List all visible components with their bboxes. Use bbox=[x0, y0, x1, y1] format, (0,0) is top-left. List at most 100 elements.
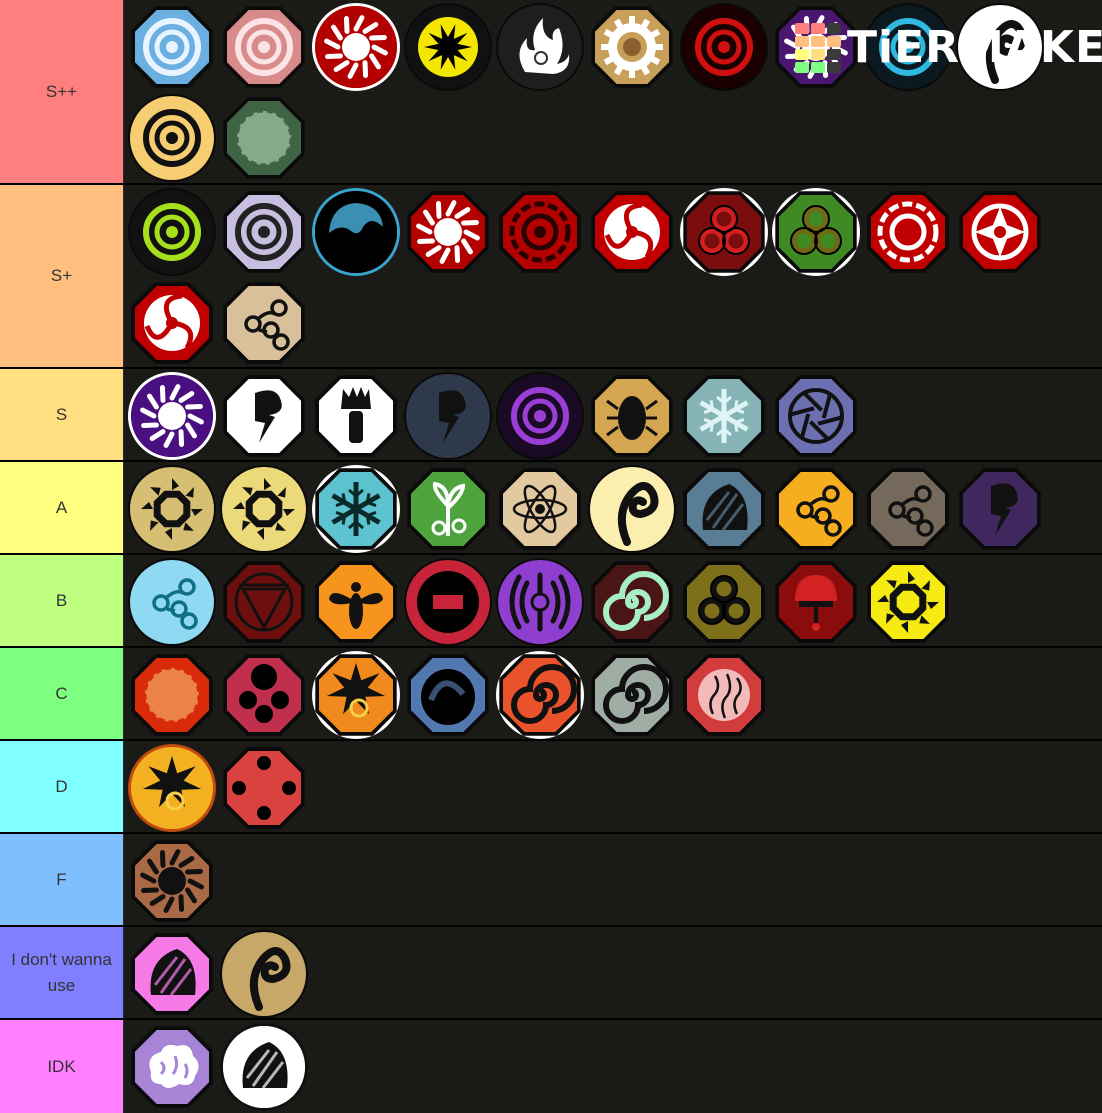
tier-items-dropzone[interactable] bbox=[124, 462, 1102, 553]
tier-items-dropzone[interactable] bbox=[124, 834, 1102, 925]
tier-item[interactable] bbox=[126, 186, 218, 277]
tier-item[interactable] bbox=[126, 92, 218, 183]
tier-items-dropzone[interactable] bbox=[124, 185, 1102, 367]
tier-item[interactable] bbox=[126, 742, 218, 833]
tier-item[interactable] bbox=[862, 463, 954, 554]
tier-item[interactable] bbox=[586, 370, 678, 461]
tier-label[interactable]: I don't wanna use bbox=[0, 927, 124, 1018]
orange-swirl-icon bbox=[496, 650, 584, 739]
tier-item[interactable] bbox=[954, 463, 1046, 554]
tier-item[interactable] bbox=[310, 370, 402, 461]
tier-item[interactable] bbox=[218, 556, 310, 647]
tier-item[interactable] bbox=[126, 928, 218, 1019]
tier-item[interactable] bbox=[494, 649, 586, 740]
explosion-orb-icon bbox=[128, 743, 216, 832]
tier-item[interactable] bbox=[770, 186, 862, 277]
tier-item[interactable] bbox=[494, 370, 586, 461]
tier-row: C bbox=[0, 648, 1102, 739]
tier-items-dropzone[interactable] bbox=[124, 1020, 1102, 1113]
tier-item[interactable] bbox=[586, 556, 678, 647]
tier-item[interactable] bbox=[770, 556, 862, 647]
tier-item[interactable] bbox=[310, 556, 402, 647]
tier-item[interactable] bbox=[862, 556, 954, 647]
sand-hex-icon bbox=[128, 464, 216, 553]
tier-items-dropzone[interactable] bbox=[124, 0, 1102, 183]
tier-item[interactable] bbox=[586, 649, 678, 740]
tier-label[interactable]: A bbox=[0, 462, 124, 553]
sprout-icon bbox=[407, 467, 489, 550]
tier-item[interactable] bbox=[402, 649, 494, 740]
tier-label[interactable]: B bbox=[0, 555, 124, 646]
tier-item[interactable] bbox=[218, 277, 310, 368]
tier-item[interactable] bbox=[678, 370, 770, 461]
tier-item[interactable] bbox=[218, 1, 310, 92]
tier-items-dropzone[interactable] bbox=[124, 741, 1102, 832]
tier-item[interactable] bbox=[862, 1, 954, 92]
four-dots-icon bbox=[223, 746, 305, 829]
tier-item[interactable] bbox=[770, 370, 862, 461]
tier-item[interactable] bbox=[586, 1, 678, 92]
tier-label[interactable]: IDK bbox=[0, 1020, 124, 1113]
tier-item[interactable] bbox=[678, 1, 770, 92]
tier-item[interactable] bbox=[770, 1, 862, 92]
tier-item[interactable] bbox=[402, 556, 494, 647]
tier-label[interactable]: D bbox=[0, 741, 124, 832]
tier-item[interactable] bbox=[126, 370, 218, 461]
tier-item[interactable] bbox=[310, 186, 402, 277]
tier-item[interactable] bbox=[678, 556, 770, 647]
gear-gold-icon bbox=[591, 5, 673, 88]
tier-item[interactable] bbox=[218, 928, 310, 1019]
tier-item[interactable] bbox=[218, 463, 310, 554]
tier-label[interactable]: C bbox=[0, 648, 124, 739]
tier-item[interactable] bbox=[402, 370, 494, 461]
tier-item[interactable] bbox=[494, 463, 586, 554]
tier-item[interactable] bbox=[586, 186, 678, 277]
tier-item[interactable] bbox=[678, 186, 770, 277]
tier-label[interactable]: S+ bbox=[0, 185, 124, 367]
tier-item[interactable] bbox=[126, 1021, 218, 1112]
dark-red-triskele-icon bbox=[680, 187, 768, 276]
gold-spiral-icon bbox=[128, 93, 216, 182]
tier-item[interactable] bbox=[402, 463, 494, 554]
tier-item[interactable] bbox=[862, 186, 954, 277]
tier-item[interactable] bbox=[402, 186, 494, 277]
tier-items-dropzone[interactable] bbox=[124, 927, 1102, 1018]
tier-item[interactable] bbox=[126, 556, 218, 647]
tier-item[interactable] bbox=[218, 186, 310, 277]
tier-item[interactable] bbox=[218, 1021, 310, 1112]
tier-item[interactable] bbox=[218, 370, 310, 461]
tier-item[interactable] bbox=[218, 649, 310, 740]
tier-item[interactable] bbox=[126, 1, 218, 92]
purple-sun-icon bbox=[775, 5, 857, 88]
tier-label[interactable]: S bbox=[0, 369, 124, 460]
tier-item[interactable] bbox=[954, 186, 1046, 277]
tier-label[interactable]: S++ bbox=[0, 0, 124, 183]
cream-spiral-icon bbox=[588, 464, 676, 553]
gray-clouds-icon bbox=[867, 467, 949, 550]
tier-item[interactable] bbox=[126, 835, 218, 926]
tier-item[interactable] bbox=[402, 1, 494, 92]
tier-item[interactable] bbox=[218, 742, 310, 833]
tier-item[interactable] bbox=[678, 463, 770, 554]
sun-red-icon bbox=[312, 2, 400, 91]
tier-item[interactable] bbox=[310, 649, 402, 740]
tier-items-dropzone[interactable] bbox=[124, 369, 1102, 460]
tier-item[interactable] bbox=[310, 463, 402, 554]
tier-item[interactable] bbox=[954, 1, 1046, 92]
tier-items-dropzone[interactable] bbox=[124, 555, 1102, 646]
tier-items-dropzone[interactable] bbox=[124, 648, 1102, 739]
tier-item[interactable] bbox=[218, 92, 310, 183]
tier-item[interactable] bbox=[310, 1, 402, 92]
tier-item[interactable] bbox=[770, 463, 862, 554]
orange-clouds-icon bbox=[775, 467, 857, 550]
tier-item[interactable] bbox=[494, 556, 586, 647]
tier-item[interactable] bbox=[678, 649, 770, 740]
tier-item[interactable] bbox=[126, 649, 218, 740]
tier-item[interactable] bbox=[126, 463, 218, 554]
tier-item[interactable] bbox=[494, 186, 586, 277]
tier-item[interactable] bbox=[494, 1, 586, 92]
tier-item[interactable] bbox=[586, 463, 678, 554]
tier-label[interactable]: F bbox=[0, 834, 124, 925]
olive-triskele-icon bbox=[683, 560, 765, 643]
tier-item[interactable] bbox=[126, 277, 218, 368]
